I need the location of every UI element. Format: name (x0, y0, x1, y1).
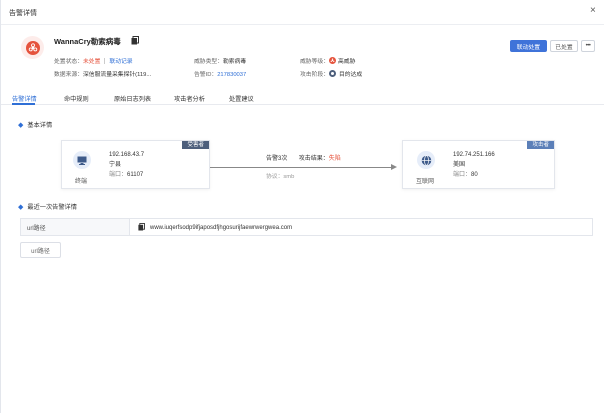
more-actions-button[interactable]: ••• (581, 40, 595, 52)
flow-summary: 告警3次 攻击结果：失陷 (266, 153, 341, 162)
victim-location: 宁县 (109, 162, 122, 168)
basic-details-title: 基本详情 (27, 122, 53, 129)
recent-alert-title: 最近一次告警详情 (27, 204, 77, 211)
url-value-cell: www.iuqerfsodp9ifjaposdfjhgosurijfaewrwe… (138, 223, 292, 233)
tab-hit-rules[interactable]: 命中规则 (64, 94, 89, 103)
bullet-icon: ◆ (18, 204, 24, 211)
terminal-icon (73, 151, 91, 169)
attacker-location: 美国 (453, 162, 466, 168)
victim-type-label: 终端 (75, 179, 88, 185)
title-divider (1, 24, 604, 25)
status-value: 未处置 (83, 59, 101, 65)
attacker-port-label: 端口： (453, 172, 472, 178)
threat-type-value: 勒索病毒 (223, 59, 247, 65)
victim-card: 受害者 终端 192.168.43.7 宁县 端口：61107 (61, 140, 210, 189)
attacker-type-label: 互联网 (416, 179, 435, 185)
attacker-tag: 攻击者 (527, 141, 554, 149)
attack-stage-row: 攻击阶段： 目的达成 (300, 69, 362, 78)
victim-port: 61107 (127, 172, 144, 178)
url-label-cell: url路径 (21, 219, 130, 235)
copy-icon[interactable] (138, 223, 150, 233)
victim-ip: 192.168.43.7 (109, 152, 145, 158)
copy-icon[interactable] (131, 36, 139, 47)
source-label: 数据来源： (54, 72, 83, 78)
alert-id-value: 217830037 (217, 72, 247, 78)
dialog-title: 告警详情 (9, 10, 37, 17)
biohazard-icon (21, 36, 44, 59)
status-row: 处置状态：未处置 联动记录 (54, 56, 133, 65)
protocol-value: smb (283, 174, 295, 180)
attack-result-value: 失陷 (328, 156, 341, 162)
attack-result-label: 攻击结果： (298, 156, 329, 162)
linkage-record-link[interactable]: 联动记录 (109, 59, 132, 65)
recent-alert-heading: ◆ 最近一次告警详情 (18, 202, 77, 211)
alert-count: 告警3次 (266, 156, 288, 162)
active-tab-indicator (12, 103, 35, 105)
alert-detail-dialog: 告警详情 × WannaCry勒索病毒 处置状态：未处置 联动记录 威胁类型：勒索… (0, 0, 604, 413)
high-threat-icon (329, 57, 336, 64)
tab-attacker-analysis[interactable]: 攻击者分析 (174, 94, 205, 103)
protocol-info: 协议：smb (266, 171, 294, 180)
flow-arrow-line (210, 167, 394, 168)
attack-stage-value: 目的达成 (339, 72, 363, 78)
url-table: url路径 www.iuqerfsodp9ifjaposdfjhgosurijf… (20, 218, 593, 236)
source-row: 数据来源：深信服流量采集探针(119... (54, 69, 151, 78)
alert-name: WannaCry勒索病毒 (54, 37, 121, 46)
victim-info: 192.168.43.7 宁县 端口：61107 (109, 150, 144, 180)
threat-level-label: 威胁等级： (300, 59, 329, 65)
url-path-button[interactable]: url路径 (20, 242, 61, 258)
attacker-card: 攻击者 互联网 192.74.251.166 美国 端口：80 (402, 140, 555, 189)
victim-port-label: 端口： (109, 172, 128, 178)
threat-level-row: 威胁等级： 高威胁 (300, 56, 355, 65)
threat-level-value: 高威胁 (338, 59, 356, 65)
protocol-label: 协议： (266, 174, 284, 180)
attacker-info: 192.74.251.166 美国 端口：80 (453, 150, 495, 180)
globe-icon (417, 151, 435, 169)
attack-stage-label: 攻击阶段： (300, 72, 329, 78)
basic-details-heading: ◆ 基本详情 (18, 120, 52, 129)
source-value: 深信服流量采集探针(119... (83, 72, 152, 78)
target-icon (329, 70, 336, 77)
attacker-port: 80 (471, 172, 478, 178)
victim-tag: 受害者 (182, 141, 209, 149)
flow-arrow-head (391, 164, 397, 170)
tab-handling-advice[interactable]: 处置建议 (229, 94, 254, 103)
alert-id-row: 告警ID：217830037 (194, 69, 246, 78)
threat-type-label: 威胁类型： (194, 59, 223, 65)
divider (104, 58, 106, 65)
status-label: 处置状态： (54, 59, 83, 65)
close-icon[interactable]: × (590, 6, 596, 16)
mark-handled-button[interactable]: 已处置 (550, 40, 578, 52)
bullet-icon: ◆ (18, 122, 24, 129)
attacker-ip: 192.74.251.166 (453, 152, 495, 158)
url-value: www.iuqerfsodp9ifjaposdfjhgosurijfaewrwe… (150, 225, 293, 231)
tab-alert-detail[interactable]: 告警详情 (12, 94, 37, 103)
tab-bar: 告警详情 命中规则 原始日志列表 攻击者分析 处置建议 (1, 89, 604, 105)
alert-id-label: 告警ID： (194, 72, 218, 78)
tab-raw-logs[interactable]: 原始日志列表 (114, 94, 151, 103)
threat-type-row: 威胁类型：勒索病毒 (194, 56, 246, 65)
linkage-action-button[interactable]: 联动处置 (510, 40, 547, 52)
